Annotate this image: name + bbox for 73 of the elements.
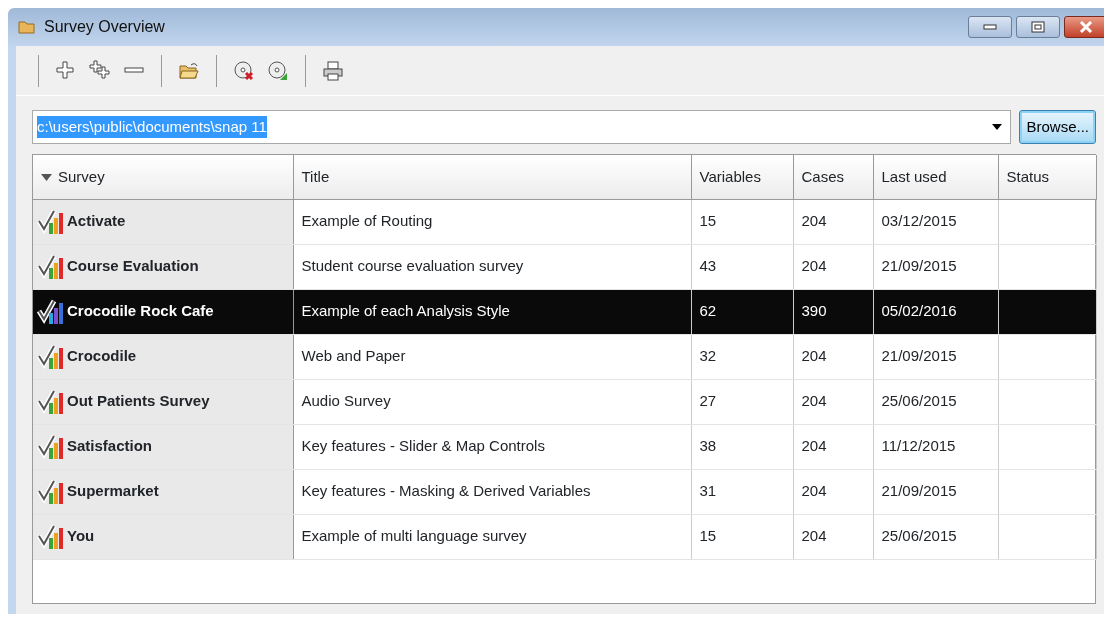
column-header[interactable]: Survey <box>33 155 293 199</box>
table-cell: 43 <box>691 244 793 289</box>
table-cell: 11/12/2015 <box>873 424 998 469</box>
column-header[interactable]: Last used <box>873 155 998 199</box>
window-title: Survey Overview <box>44 17 165 37</box>
row-header-cell[interactable]: Crocodile Rock Cafe <box>33 289 293 334</box>
row-header-cell[interactable]: Supermarket <box>33 469 293 514</box>
survey-name: Supermarket <box>67 481 159 499</box>
table-cell: 21/09/2015 <box>873 334 998 379</box>
table-cell: Student course evaluation survey <box>293 244 691 289</box>
table-cell: 204 <box>793 244 873 289</box>
survey-name: You <box>67 526 95 544</box>
row-header-cell[interactable]: You <box>33 514 293 559</box>
survey-chart-icon <box>37 208 65 235</box>
table-cell: Key features - Masking & Derived Variables <box>293 469 691 514</box>
table-cell: 204 <box>793 469 873 514</box>
table-cell: 25/06/2015 <box>873 379 998 424</box>
table-cell: Example of each Analysis Style <box>293 289 691 334</box>
browse-button[interactable]: Browse... <box>1019 110 1096 144</box>
column-header[interactable]: Status <box>998 155 1096 199</box>
table-cell: Audio Survey <box>293 379 691 424</box>
path-value: c:\users\public\documents\snap 11 <box>37 115 267 139</box>
table-cell: 204 <box>793 199 873 244</box>
table-cell: 204 <box>793 514 873 559</box>
table-cell: 27 <box>691 379 793 424</box>
survey-chart-icon <box>37 298 65 325</box>
maximize-button[interactable] <box>1016 16 1060 38</box>
survey-chart-icon <box>37 388 65 415</box>
table-cell: 05/02/2016 <box>873 289 998 334</box>
table-cell: Example of multi language survey <box>293 514 691 559</box>
survey-chart-icon <box>37 253 65 280</box>
survey-chart-icon <box>37 478 65 505</box>
minimize-button[interactable] <box>968 16 1012 38</box>
table-cell: 32 <box>691 334 793 379</box>
column-header[interactable]: Variables <box>691 155 793 199</box>
survey-name: Out Patients Survey <box>67 391 210 409</box>
column-header[interactable]: Cases <box>793 155 873 199</box>
close-icon <box>1079 21 1093 33</box>
row-header-cell[interactable]: Satisfaction <box>33 424 293 469</box>
survey-name: Crocodile Rock Cafe <box>67 301 214 319</box>
table-cell: 204 <box>793 334 873 379</box>
table-cell: 62 <box>691 289 793 334</box>
table-cell: 21/09/2015 <box>873 469 998 514</box>
survey-name: Course Evaluation <box>67 256 199 274</box>
survey-name: Satisfaction <box>67 436 153 454</box>
table-cell: Key features - Slider & Map Controls <box>293 424 691 469</box>
table-cell: 15 <box>691 199 793 244</box>
survey-name: Crocodile <box>67 346 137 364</box>
table-cell: 204 <box>793 424 873 469</box>
maximize-icon <box>1031 21 1045 33</box>
survey-chart-icon <box>37 343 65 370</box>
row-header-cell[interactable]: Course Evaluation <box>33 244 293 289</box>
row-header-cell[interactable]: Out Patients Survey <box>33 379 293 424</box>
row-header-cell[interactable]: Crocodile <box>33 334 293 379</box>
folder-icon <box>18 19 36 35</box>
table-cell: Example of Routing <box>293 199 691 244</box>
minimize-icon <box>983 24 997 30</box>
table-cell: 38 <box>691 424 793 469</box>
table-cell: 15 <box>691 514 793 559</box>
dropdown-caret-icon <box>992 124 1003 130</box>
close-button[interactable] <box>1064 16 1104 38</box>
table-cell: 25/06/2015 <box>873 514 998 559</box>
table-cell: 204 <box>793 379 873 424</box>
table-cell: 390 <box>793 289 873 334</box>
survey-name: Activate <box>67 211 126 229</box>
table-cell: Web and Paper <box>293 334 691 379</box>
survey-chart-icon <box>37 523 65 550</box>
row-header-cell[interactable]: Activate <box>33 199 293 244</box>
column-header[interactable]: Title <box>293 155 691 199</box>
table-cell: 31 <box>691 469 793 514</box>
table-cell: 03/12/2015 <box>873 199 998 244</box>
survey-chart-icon <box>37 433 65 460</box>
table-cell: 21/09/2015 <box>873 244 998 289</box>
